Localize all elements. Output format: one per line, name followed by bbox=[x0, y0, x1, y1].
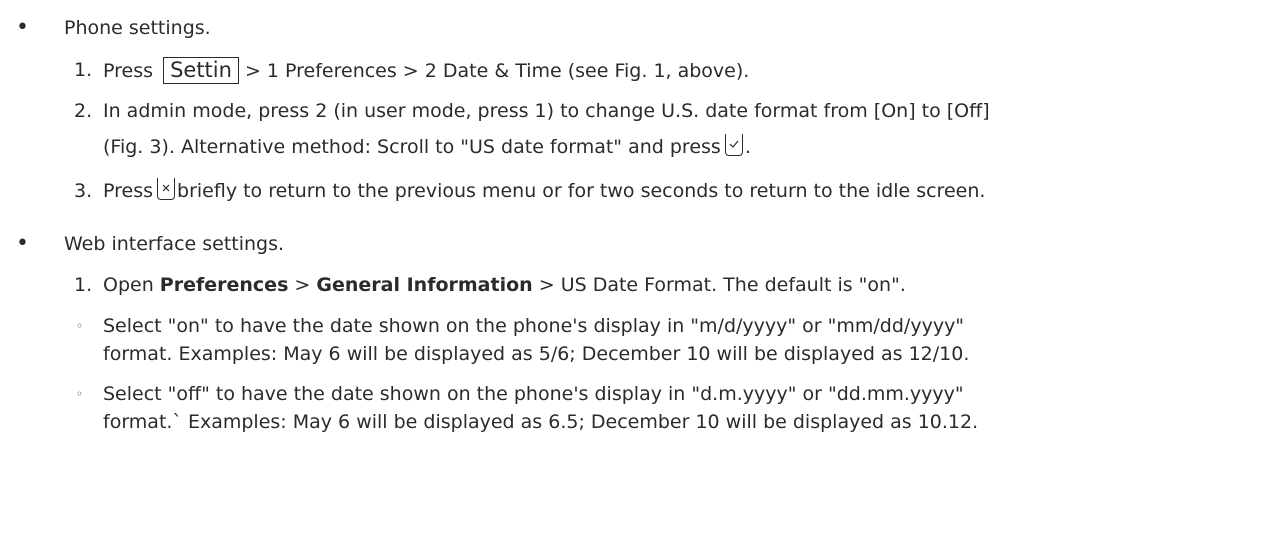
check-key-icon bbox=[724, 134, 743, 156]
web-step-1-open: Open bbox=[103, 274, 154, 296]
phone-step-2-period: . bbox=[744, 136, 751, 158]
sub-bullet-off: ◦ bbox=[76, 387, 84, 401]
phone-step-2-alt: (Fig. 3). Alternative method: Scroll to … bbox=[103, 136, 721, 158]
web-settings-heading: Web interface settings. bbox=[64, 233, 285, 255]
phone-step-3-text: briefly to return to the previous menu o… bbox=[177, 180, 986, 202]
x-key-icon bbox=[157, 178, 176, 200]
web-step-1-sep: > bbox=[294, 274, 311, 296]
phone-step-1-number: 1. bbox=[74, 59, 93, 81]
web-step-1-rest: > US Date Format. The default is "on". bbox=[538, 274, 906, 296]
phone-settings-heading: Phone settings. bbox=[64, 17, 211, 39]
sub-off-line-1: Select "off" to have the date shown on t… bbox=[103, 383, 964, 405]
sub-off-line-2: format.` Examples: May 6 will be display… bbox=[103, 411, 979, 433]
phone-step-2-line-2: (Fig. 3). Alternative method: Scroll to … bbox=[103, 134, 751, 160]
phone-step-1: Press Settin > 1 Preferences > 2 Date & T… bbox=[103, 57, 749, 84]
general-information-label: General Information bbox=[316, 274, 533, 296]
phone-step-2-line-1: In admin mode, press 2 (in user mode, pr… bbox=[103, 100, 990, 122]
phone-step-3-number: 3. bbox=[74, 180, 93, 202]
phone-step-1-path: > 1 Preferences > 2 Date & Time (see Fig… bbox=[244, 60, 750, 82]
phone-step-2-number: 2. bbox=[74, 100, 93, 122]
web-bullet: • bbox=[16, 231, 29, 256]
phone-step-1-press: Press bbox=[103, 60, 154, 82]
phone-step-3-press: Press bbox=[103, 180, 154, 202]
sub-on-line-2: format. Examples: May 6 will be displaye… bbox=[103, 343, 970, 365]
web-step-1: Open Preferences > General Information >… bbox=[103, 272, 906, 298]
phone-step-3: Press briefly to return to the previous m… bbox=[103, 178, 985, 204]
sub-on-line-1: Select "on" to have the date shown on th… bbox=[103, 315, 965, 337]
phone-bullet: • bbox=[16, 15, 29, 40]
preferences-label: Preferences bbox=[159, 274, 289, 296]
sub-bullet-on: ◦ bbox=[76, 319, 84, 333]
web-step-1-number: 1. bbox=[74, 274, 93, 296]
settings-key: Settin bbox=[163, 57, 239, 84]
